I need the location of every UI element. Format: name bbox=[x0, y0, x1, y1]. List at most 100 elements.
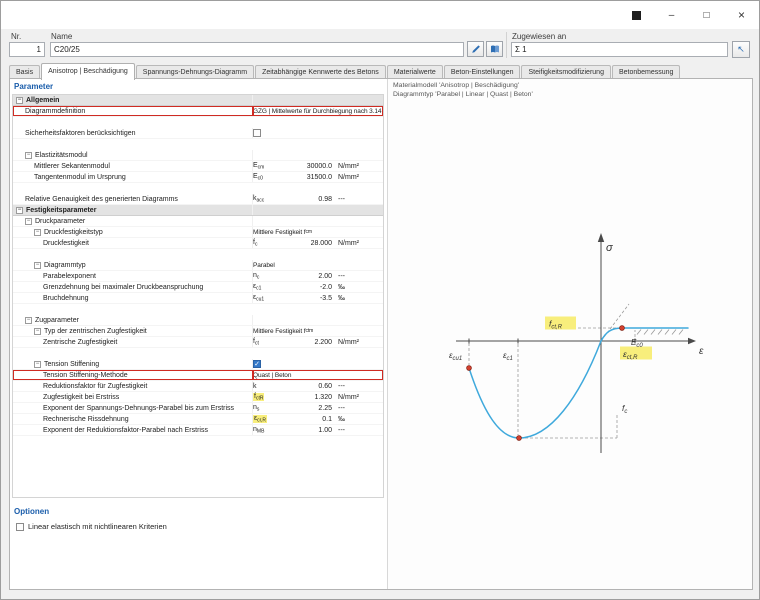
param-combo-value[interactable]: Mittlere Festigkeit fctm bbox=[253, 326, 383, 336]
param-row-26[interactable]: Reduktionsfaktor für Zugfestigkeitk0.60-… bbox=[13, 381, 383, 392]
param-row-3[interactable]: Sicherheitsfaktoren berücksichtigen bbox=[13, 128, 383, 139]
param-row-0[interactable]: −Allgemein bbox=[13, 95, 383, 106]
parameter-table: −AllgemeinDiagrammdefinitionGZG | Mittel… bbox=[12, 94, 384, 498]
param-row-5[interactable]: −Elastizitätsmodul bbox=[13, 150, 383, 161]
param-row-25[interactable]: Tension Stiffening-MethodeQuast | Beton bbox=[13, 370, 383, 381]
nr-input[interactable]: 1 bbox=[9, 42, 45, 57]
tree-collapse-icon[interactable]: − bbox=[34, 262, 41, 269]
param-label: −Druckparameter bbox=[13, 216, 253, 226]
tab-0[interactable]: Basis bbox=[9, 65, 40, 79]
param-row-13[interactable]: Druckfestigkeitfc28.000N/mm² bbox=[13, 238, 383, 249]
param-value[interactable]: 30000.0 bbox=[287, 163, 335, 170]
window-controls: – □ × bbox=[619, 1, 759, 29]
param-row-17[interactable]: Grenzdehnung bei maximaler Druckbeanspru… bbox=[13, 282, 383, 293]
param-value[interactable]: 2.200 bbox=[287, 339, 335, 346]
window-square-icon[interactable] bbox=[619, 1, 654, 29]
close-button[interactable]: × bbox=[724, 1, 759, 29]
tab-1[interactable]: Anisotrop | Beschädigung bbox=[41, 63, 135, 80]
param-row-27[interactable]: Zugfestigkeit bei ErstrissfctR1.320N/mm² bbox=[13, 392, 383, 403]
title-bar[interactable]: – □ × bbox=[1, 1, 759, 29]
param-row-21[interactable]: −Typ der zentrischen ZugfestigkeitMittle… bbox=[13, 326, 383, 337]
param-label: Rechnerische Rissdehnung bbox=[13, 414, 253, 424]
param-symbol: nc bbox=[253, 271, 287, 281]
param-label: Grenzdehnung bei maximaler Druckbeanspru… bbox=[13, 282, 253, 292]
param-value[interactable]: 0.98 bbox=[287, 196, 335, 203]
pencil-icon bbox=[471, 44, 481, 54]
param-row-30[interactable]: Exponent der Reduktionsfaktor-Parabel na… bbox=[13, 425, 383, 436]
tree-collapse-icon[interactable]: − bbox=[25, 317, 32, 324]
param-symbol: Ec0 bbox=[253, 172, 287, 182]
param-label: Zugfestigkeit bei Erstriss bbox=[13, 392, 253, 402]
param-row-16[interactable]: Parabelexponentnc2.00--- bbox=[13, 271, 383, 282]
param-label: Bruchdehnung bbox=[13, 293, 253, 303]
param-row-10[interactable]: −Festigkeitsparameter bbox=[13, 205, 383, 216]
param-row-18[interactable]: Bruchdehnungεcu1-3.5‰ bbox=[13, 293, 383, 304]
param-value[interactable]: 1.00 bbox=[287, 427, 335, 434]
param-symbol: fct bbox=[253, 337, 287, 347]
tab-2[interactable]: Spannungs-Dehnungs-Diagramm bbox=[136, 65, 254, 79]
tab-4[interactable]: Materialwerte bbox=[387, 65, 443, 79]
option-linear-elastic[interactable]: Linear elastisch mit nichtlinearen Krite… bbox=[16, 522, 167, 531]
square-icon bbox=[632, 11, 641, 20]
parameter-rows: −AllgemeinDiagrammdefinitionGZG | Mittel… bbox=[13, 95, 383, 436]
tree-collapse-icon[interactable]: − bbox=[34, 229, 41, 236]
param-row-7[interactable]: Tangentenmodul im UrsprungEc031500.0N/mm… bbox=[13, 172, 383, 183]
param-value[interactable]: -2.0 bbox=[287, 284, 335, 291]
param-combo-value[interactable]: Parabel bbox=[253, 260, 383, 270]
param-row-11[interactable]: −Druckparameter bbox=[13, 216, 383, 227]
param-combo-value[interactable]: Quast | Beton bbox=[253, 370, 383, 380]
sigma-axis-arrow bbox=[598, 233, 604, 242]
param-row-28[interactable]: Exponent der Spannungs-Dehnungs-Parabel … bbox=[13, 403, 383, 414]
minimize-button[interactable]: – bbox=[654, 1, 689, 29]
tree-collapse-icon[interactable]: − bbox=[34, 328, 41, 335]
param-checkbox[interactable]: ✓ bbox=[253, 360, 261, 368]
param-combo-value[interactable]: Mittlere Festigkeit fcm bbox=[253, 227, 383, 237]
tree-collapse-icon[interactable]: − bbox=[25, 152, 32, 159]
tab-6[interactable]: Steifigkeitsmodifizierung bbox=[521, 65, 610, 79]
param-value[interactable]: 2.00 bbox=[287, 273, 335, 280]
param-value[interactable]: 0.1 bbox=[287, 416, 335, 423]
param-row-9[interactable]: Relative Genauigkeit des generierten Dia… bbox=[13, 194, 383, 205]
tree-collapse-icon[interactable]: − bbox=[25, 218, 32, 225]
option-checkbox[interactable] bbox=[16, 523, 24, 531]
select-assigned-button[interactable]: ↖ bbox=[732, 41, 750, 58]
option-label: Linear elastisch mit nichtlinearen Krite… bbox=[28, 522, 167, 531]
maximize-button[interactable]: □ bbox=[689, 1, 724, 29]
param-row-12[interactable]: −DruckfestigkeitstypMittlere Festigkeit … bbox=[13, 227, 383, 238]
edit-name-button[interactable] bbox=[467, 41, 484, 57]
param-symbol: Ecm bbox=[253, 161, 287, 171]
param-value[interactable]: 28.000 bbox=[287, 240, 335, 247]
param-unit: N/mm² bbox=[335, 240, 371, 247]
param-row-6[interactable]: Mittlerer SekantenmodulEcm30000.0N/mm² bbox=[13, 161, 383, 172]
param-value[interactable]: 0.60 bbox=[287, 383, 335, 390]
tab-5[interactable]: Beton-Einstellungen bbox=[444, 65, 521, 79]
tab-7[interactable]: Betonbemessung bbox=[612, 65, 680, 79]
assigned-input[interactable]: Σ 1 bbox=[511, 42, 728, 57]
tree-collapse-icon[interactable]: − bbox=[34, 361, 41, 368]
param-unit: N/mm² bbox=[335, 163, 371, 170]
param-row-22[interactable]: Zentrische Zugfestigkeitfct2.200N/mm² bbox=[13, 337, 383, 348]
param-value[interactable]: 31500.0 bbox=[287, 174, 335, 181]
tree-collapse-icon[interactable]: − bbox=[16, 207, 23, 214]
param-row-15[interactable]: −DiagrammtypParabel bbox=[13, 260, 383, 271]
param-row-1[interactable]: DiagrammdefinitionGZG | Mittelwerte für … bbox=[13, 106, 383, 117]
tree-collapse-icon[interactable]: − bbox=[16, 97, 23, 104]
param-value[interactable]: -3.5 bbox=[287, 295, 335, 302]
param-value[interactable]: 1.320 bbox=[287, 394, 335, 401]
name-input[interactable]: C20/25 bbox=[50, 42, 464, 57]
sigma-axis-label: σ bbox=[606, 242, 613, 254]
param-combo-value[interactable]: GZG | Mittelwerte für Durchbiegung nach … bbox=[253, 106, 383, 116]
material-dialog: – □ × Nr. 1 Name C20/25 Zugewiesen an Σ … bbox=[0, 0, 760, 600]
param-symbol: k bbox=[253, 381, 287, 391]
param-unit: --- bbox=[335, 405, 371, 412]
param-checkbox[interactable] bbox=[253, 129, 261, 137]
param-row-29[interactable]: Rechnerische Rissdehnungεcr,R0.1‰ bbox=[13, 414, 383, 425]
tab-3[interactable]: Zeitabhängige Kennwerte des Betons bbox=[255, 65, 386, 79]
param-row-24[interactable]: −Tension Stiffening✓ bbox=[13, 359, 383, 370]
library-button[interactable] bbox=[486, 41, 503, 57]
param-unit: N/mm² bbox=[335, 394, 371, 401]
param-row-23 bbox=[13, 348, 383, 359]
param-value[interactable]: 2.25 bbox=[287, 405, 335, 412]
param-label: Tension Stiffening-Methode bbox=[13, 370, 253, 380]
param-row-20[interactable]: −Zugparameter bbox=[13, 315, 383, 326]
